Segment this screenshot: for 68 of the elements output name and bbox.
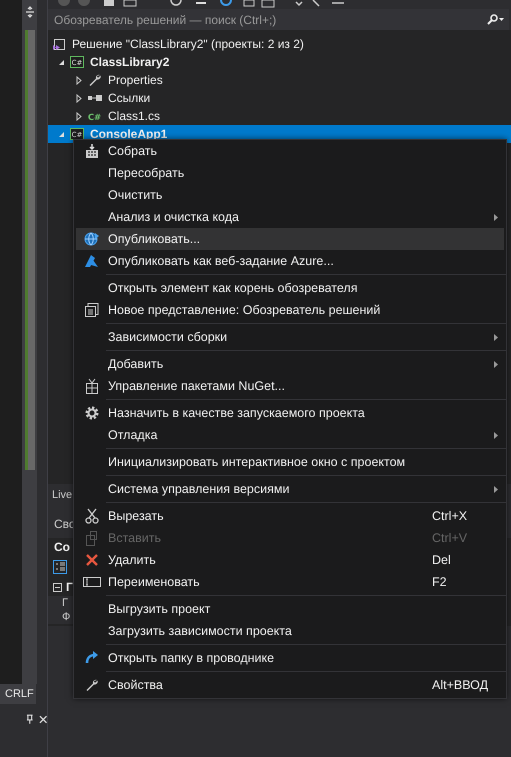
menu-item[interactable]: Открыть элемент как корень обозревателя <box>76 277 504 299</box>
wrench-icon <box>88 73 102 87</box>
menu-item[interactable]: Новое представление: Обозреватель решений <box>76 299 504 321</box>
pin-icon[interactable] <box>26 714 34 724</box>
menu-item[interactable]: Анализ и очистка кода <box>76 206 504 228</box>
menu-item[interactable]: Переименовать F2 <box>76 571 504 593</box>
build-icon <box>84 143 100 159</box>
collapsed-arrow-icon[interactable] <box>76 112 82 120</box>
wrench-icon <box>85 678 99 692</box>
search-icon[interactable] <box>487 14 505 25</box>
gear-icon <box>84 405 100 421</box>
tree-item[interactable]: Решение "ClassLibrary2" (проекты: 2 из 2) <box>48 35 511 53</box>
menu-item[interactable]: Зависимости сборки <box>76 326 504 348</box>
window-icon <box>84 302 100 318</box>
scissors-icon <box>85 508 99 524</box>
submenu-arrow-icon <box>494 486 498 492</box>
menu-item[interactable]: Система управления версиями <box>76 478 504 500</box>
group-label: Г <box>66 580 73 594</box>
menu-item[interactable]: Инициализировать интерактивное окно с проектом <box>76 451 504 473</box>
object-name: Co <box>53 539 71 556</box>
shortcut-label: Del <box>432 553 452 567</box>
submenu-arrow-icon <box>494 334 498 340</box>
categorized-view-icon[interactable] <box>53 560 67 574</box>
close-icon[interactable] <box>38 714 47 724</box>
menu-item[interactable]: Открыть папку в проводнике <box>76 647 504 669</box>
globe-icon <box>84 231 100 247</box>
solution-icon <box>52 38 65 50</box>
tree-item[interactable]: C# Class1.cs <box>48 107 511 125</box>
delete-icon <box>85 553 99 567</box>
menu-item[interactable]: Опубликовать как веб-задание Azure... <box>76 250 504 272</box>
menu-item[interactable]: Собрать <box>76 140 504 162</box>
menu-item[interactable]: Пересобрать <box>76 162 504 184</box>
scrollbar[interactable] <box>22 0 37 684</box>
menu-item[interactable]: Свойства Alt+ВВОД <box>76 674 504 696</box>
tree-item[interactable]: Ссылки <box>48 89 511 107</box>
collapsed-arrow-icon[interactable] <box>76 76 82 84</box>
csharp-file-icon: C# <box>88 112 101 120</box>
menu-item[interactable]: Назначить в качестве запускаемого проекта <box>76 402 504 424</box>
property-name: Ф <box>48 610 74 624</box>
collapse-icon[interactable] <box>53 582 62 592</box>
menu-item[interactable]: Загрузить зависимости проекта <box>76 620 504 642</box>
clipboard-icon <box>85 530 99 546</box>
menu-item[interactable]: Добавить <box>76 353 504 375</box>
references-icon <box>88 94 102 102</box>
menu-item[interactable]: Управление пакетами NuGet... <box>76 375 504 397</box>
tree-item[interactable]: Properties <box>48 71 511 89</box>
submenu-arrow-icon <box>494 214 498 220</box>
menu-item[interactable]: Удалить Del <box>76 549 504 571</box>
package-icon <box>85 378 99 394</box>
split-icon[interactable] <box>24 6 34 18</box>
menu-item[interactable]: Очистить <box>76 184 504 206</box>
shortcut-label: Ctrl+X <box>432 509 468 523</box>
expanded-arrow-icon[interactable] <box>58 58 64 66</box>
collapsed-arrow-icon[interactable] <box>76 94 82 102</box>
shortcut-label: F2 <box>432 575 448 589</box>
panel-tab[interactable]: Live <box>48 489 74 501</box>
rename-icon <box>83 576 101 588</box>
submenu-arrow-icon <box>494 432 498 438</box>
azure-icon <box>84 254 100 268</box>
submenu-arrow-icon <box>494 360 498 368</box>
line-ending-label[interactable]: CRLF <box>0 684 36 704</box>
redo-arrow-icon <box>84 650 100 666</box>
menu-item[interactable]: Выгрузить проект <box>76 598 504 620</box>
property-name: Г <box>48 596 74 610</box>
menu-item[interactable]: Опубликовать... <box>76 228 504 250</box>
scrollbar-thumb[interactable] <box>24 30 34 470</box>
shortcut-label: Alt+ВВОД <box>432 678 490 692</box>
menu-item[interactable]: Отладка <box>76 424 504 446</box>
